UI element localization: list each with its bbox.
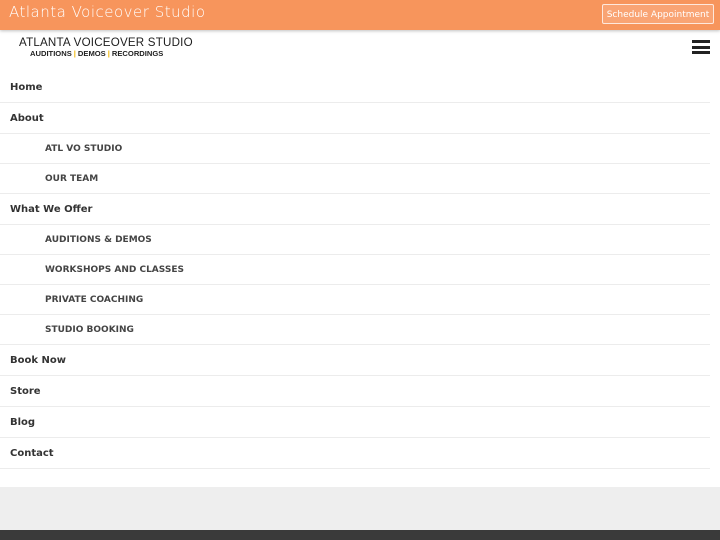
- site-logo[interactable]: ATLANTA VOICEOVER STUDIO AUDITIONS | DEMOS…: [19, 36, 199, 59]
- menu-item-home[interactable]: Home: [0, 72, 710, 103]
- submenu-item-label: WORKSHOPS AND CLASSES: [45, 265, 184, 275]
- submenu-item-private-coaching[interactable]: PRIVATE COACHING: [0, 285, 710, 315]
- submenu-item-label: OUR TEAM: [45, 174, 99, 184]
- logo-tagline: AUDITIONS | DEMOS | RECORDINGS: [30, 49, 199, 58]
- submenu-item-workshops-classes[interactable]: WORKSHOPS AND CLASSES: [0, 255, 710, 285]
- menu-item-what-we-offer[interactable]: What We Offer: [0, 194, 710, 225]
- submenu-item-label: PRIVATE COACHING: [45, 295, 144, 305]
- top-bar: Atlanta Voiceover Studio Schedule Appoin…: [0, 0, 720, 30]
- submenu-item-auditions-demos[interactable]: AUDITIONS & DEMOS: [0, 225, 710, 255]
- menu-item-label: Book Now: [10, 355, 66, 366]
- menu-item-label: Blog: [10, 417, 36, 428]
- logo-tagline-demos: DEMOS: [77, 49, 106, 58]
- site-name[interactable]: Atlanta Voiceover Studio: [9, 3, 206, 21]
- menu-item-blog[interactable]: Blog: [0, 407, 710, 438]
- logo-tagline-recordings: RECORDINGS: [111, 49, 164, 58]
- menu-item-about[interactable]: About: [0, 103, 710, 134]
- submenu-item-our-team[interactable]: OUR TEAM: [0, 164, 710, 194]
- menu-item-book-now[interactable]: Book Now: [0, 345, 710, 376]
- submenu-item-label: STUDIO BOOKING: [45, 325, 134, 335]
- submenu-item-label: ATL VO STUDIO: [45, 144, 123, 154]
- logo-tagline-auditions: AUDITIONS: [30, 49, 72, 58]
- menu-item-label: About: [10, 113, 44, 124]
- hamburger-menu-icon[interactable]: [692, 40, 710, 55]
- site-header: ATLANTA VOICEOVER STUDIO AUDITIONS | DEMOS…: [0, 31, 720, 71]
- logo-title: ATLANTA VOICEOVER STUDIO: [19, 36, 193, 49]
- schedule-appointment-button[interactable]: Schedule Appointment: [602, 4, 714, 24]
- menu-item-label: Store: [10, 386, 41, 397]
- submenu-item-studio-booking[interactable]: STUDIO BOOKING: [0, 315, 710, 345]
- menu-item-label: What We Offer: [10, 204, 93, 215]
- footer-band: [0, 487, 720, 530]
- logo-separator: |: [73, 49, 76, 58]
- menu-item-contact[interactable]: Contact: [0, 438, 710, 469]
- footer-dark-strip: [0, 530, 720, 540]
- mobile-nav-menu: Home About ATL VO STUDIO OUR TEAM What W…: [0, 72, 720, 469]
- menu-item-label: Contact: [10, 448, 54, 459]
- submenu-item-label: AUDITIONS & DEMOS: [45, 235, 152, 245]
- menu-item-label: Home: [10, 82, 43, 93]
- menu-item-store[interactable]: Store: [0, 376, 710, 407]
- submenu-item-atl-vo-studio[interactable]: ATL VO STUDIO: [0, 134, 710, 164]
- logo-separator: |: [107, 49, 110, 58]
